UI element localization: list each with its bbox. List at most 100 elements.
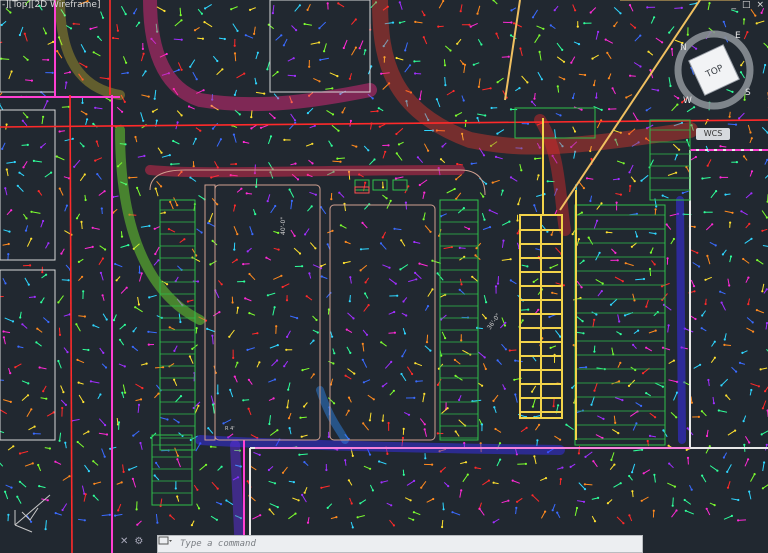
close-button[interactable]: × <box>756 0 764 10</box>
vector-arrow-head <box>415 380 418 383</box>
vector-arrow-head <box>395 132 398 136</box>
vector-arrow-head <box>285 348 288 351</box>
vector-arrow <box>441 407 448 414</box>
vector-arrow-head <box>678 148 681 151</box>
vector-arrow-head <box>193 29 197 32</box>
command-prompt-icon[interactable] <box>158 536 178 552</box>
vector-arrow-head <box>645 109 648 112</box>
vector-arrow-head <box>10 209 13 212</box>
vector-arrow-head <box>509 279 512 282</box>
vector-arrow-head <box>423 14 426 17</box>
vector-arrow-head <box>412 511 415 514</box>
vector-arrow <box>228 329 235 338</box>
vector-arrow-head <box>503 324 507 327</box>
vector-arrow-head <box>259 126 263 129</box>
vector-arrow-head <box>368 453 372 456</box>
minimize-button[interactable]: _ <box>731 0 736 10</box>
vector-arrow-head <box>470 162 473 165</box>
compass-east[interactable]: E <box>735 31 741 41</box>
vector-arrow <box>595 31 599 40</box>
vector-arrow-head <box>191 347 194 350</box>
maximize-button[interactable]: □ <box>742 0 751 10</box>
vector-arrow-head <box>306 112 309 115</box>
vector-arrow <box>667 482 676 488</box>
vector-arrow-head <box>602 417 605 420</box>
vector-arrow-head <box>30 210 33 213</box>
vector-arrow-head <box>495 32 498 35</box>
view-preset[interactable]: ][Top][ <box>5 0 34 10</box>
vector-arrow-head <box>373 158 376 161</box>
vector-arrow-head <box>294 162 297 165</box>
command-input[interactable] <box>178 537 642 551</box>
vector-arrow-head <box>380 72 383 75</box>
vector-arrow <box>21 394 29 401</box>
viewcube[interactable]: TOP N E S W <box>674 30 754 110</box>
vector-arrow <box>742 258 750 264</box>
vector-arrow-head <box>38 485 41 488</box>
vector-arrow-head <box>326 243 329 246</box>
vector-arrow-head <box>628 514 631 517</box>
vector-arrow-head <box>413 60 416 63</box>
vector-arrow <box>210 395 214 404</box>
vector-arrow-head <box>686 456 690 459</box>
vector-arrow <box>81 485 85 494</box>
vector-arrow-head <box>596 219 599 222</box>
vector-arrow-head <box>245 192 248 195</box>
vector-arrow <box>156 6 165 12</box>
vector-arrow-head <box>441 525 444 529</box>
vector-arrow-head <box>533 204 536 207</box>
vector-arrow-head <box>720 384 723 387</box>
vector-arrow-head <box>713 340 716 343</box>
vector-arrow-head <box>157 259 160 262</box>
vector-arrow-head <box>381 385 384 388</box>
vector-arrow-head <box>92 494 95 497</box>
vector-arrow <box>625 262 634 267</box>
vector-arrow <box>556 42 563 51</box>
viewport-controls[interactable]: -][Top][2D Wireframe] <box>2 0 100 11</box>
vector-arrow-head <box>157 392 160 395</box>
vector-arrow-head <box>44 32 48 35</box>
vector-arrow-head <box>549 24 552 27</box>
vector-arrow-head <box>68 475 71 478</box>
vector-arrow-head <box>87 348 90 352</box>
vector-arrow-head <box>179 320 182 324</box>
vector-arrow-head <box>504 321 507 324</box>
vector-arrow-head <box>296 317 299 320</box>
vector-arrow-head <box>557 404 560 407</box>
vector-arrow <box>115 263 123 268</box>
vector-arrow-head <box>692 285 696 288</box>
compass-north[interactable]: N <box>680 43 687 53</box>
vector-arrow-head <box>722 456 726 459</box>
vector-arrow <box>99 77 109 80</box>
wcs-menu-button[interactable]: WCS <box>696 128 730 140</box>
vector-arrow-head <box>280 34 283 37</box>
site-plan-canvas[interactable]: 40'-0" 36'-0" R 4' TOP N E S W <box>0 0 768 553</box>
close-icon[interactable]: ✕ <box>120 536 128 547</box>
visual-style[interactable]: 2D Wireframe <box>34 0 96 10</box>
vector-arrow <box>17 185 24 192</box>
compass-west[interactable]: W <box>683 96 692 106</box>
vector-arrow-head <box>431 288 434 291</box>
vector-arrow <box>212 404 215 414</box>
vector-arrow <box>64 138 73 142</box>
vector-arrow-head <box>723 343 726 346</box>
vector-arrow <box>667 172 677 176</box>
vector-arrow <box>332 160 341 163</box>
vector-arrow-head <box>422 218 425 221</box>
vector-arrow-head <box>84 198 87 202</box>
wrench-icon[interactable]: ⚙ <box>134 536 143 547</box>
vector-arrow <box>404 64 411 73</box>
vector-arrow-head <box>166 283 169 286</box>
drawing-viewport[interactable]: 40'-0" 36'-0" R 4' TOP N E S W -][Top][2… <box>0 0 768 553</box>
vector-arrow-head <box>377 107 380 110</box>
compass-south[interactable]: S <box>745 88 751 98</box>
vector-arrow <box>692 262 700 267</box>
vector-arrow-head <box>474 254 477 257</box>
vector-arrow <box>351 47 357 56</box>
vector-arrow-head <box>413 240 416 244</box>
vector-arrow-head <box>189 65 192 68</box>
vector-arrow-head <box>748 490 751 493</box>
vector-arrow-head <box>331 87 334 90</box>
vector-arrow-head <box>338 191 341 194</box>
vector-arrow-head <box>750 137 753 140</box>
